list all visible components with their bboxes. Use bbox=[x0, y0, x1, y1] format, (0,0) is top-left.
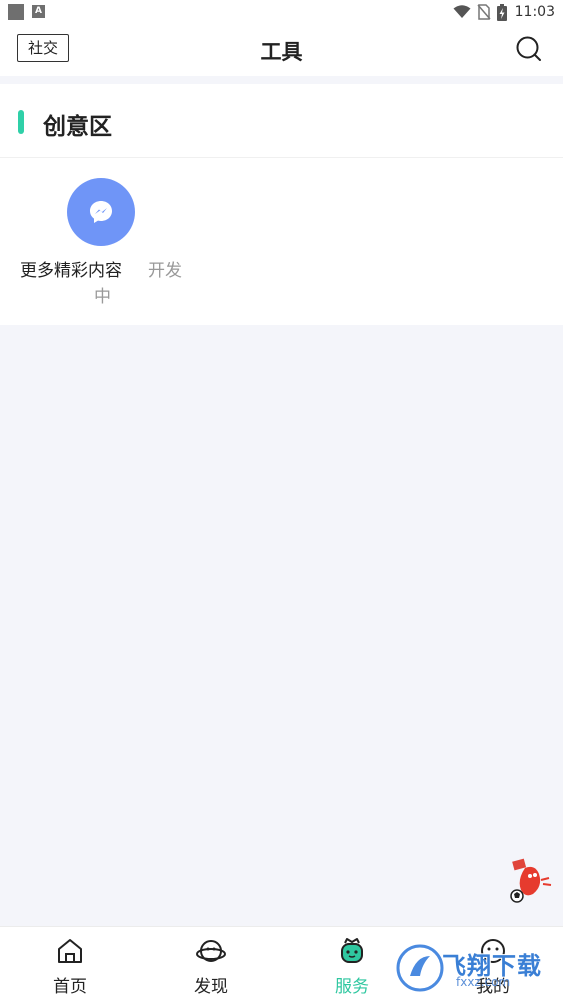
creative-section: 创意区 更多精彩内容 开发 中 bbox=[0, 84, 563, 325]
status-bar: A 11:03 bbox=[0, 0, 563, 24]
nav-item-discover[interactable]: 发现 bbox=[166, 927, 256, 1000]
floating-mascot-button[interactable] bbox=[505, 858, 553, 904]
nav-item-service[interactable]: 服务 bbox=[307, 927, 397, 1000]
robot-icon bbox=[341, 938, 363, 963]
tool-status-continued: 中 bbox=[94, 287, 111, 307]
notification-square-icon bbox=[8, 4, 24, 20]
tool-status: 开发 bbox=[148, 261, 182, 281]
search-icon bbox=[516, 36, 541, 61]
nav-label-discover: 发现 bbox=[194, 977, 228, 997]
page-title: 工具 bbox=[260, 40, 303, 64]
app-header: 社交 工具 bbox=[0, 24, 563, 76]
nav-item-home[interactable]: 首页 bbox=[25, 927, 115, 1000]
section-header: 创意区 bbox=[0, 84, 563, 158]
watermark: 飞翔下载 fxxz.com bbox=[396, 940, 554, 996]
mascot-icon bbox=[510, 858, 552, 903]
search-button[interactable] bbox=[515, 35, 543, 63]
planet-icon bbox=[196, 940, 226, 962]
wifi-icon bbox=[453, 5, 471, 18]
home-icon bbox=[58, 939, 82, 963]
status-time: 11:03 bbox=[514, 4, 555, 20]
section-title: 创意区 bbox=[43, 114, 112, 140]
a-app-icon: A bbox=[32, 5, 45, 18]
nav-label-home: 首页 bbox=[53, 977, 87, 997]
nav-label-service: 服务 bbox=[335, 977, 369, 997]
watermark-subtext: fxxz.com bbox=[456, 975, 511, 989]
no-sim-icon bbox=[477, 4, 491, 20]
section-accent-bar bbox=[18, 110, 24, 134]
tool-item-more-content[interactable]: 更多精彩内容 开发 中 bbox=[14, 178, 194, 308]
watermark-logo-icon bbox=[396, 944, 444, 992]
messenger-icon bbox=[90, 201, 112, 223]
battery-charging-icon bbox=[496, 3, 507, 21]
tool-icon-circle bbox=[67, 178, 135, 246]
tool-label: 更多精彩内容 bbox=[20, 261, 122, 281]
